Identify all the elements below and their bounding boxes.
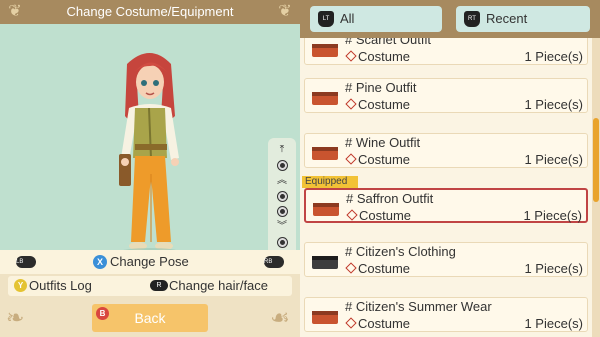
red-box-icon <box>312 311 338 324</box>
lt-trigger-icon: LT <box>318 11 334 27</box>
item-category: Costume <box>345 261 410 276</box>
rt-trigger-icon: RT <box>464 11 480 27</box>
right-stick-icon[interactable]: R <box>150 280 168 291</box>
change-hair-label[interactable]: Change hair/face <box>169 278 268 293</box>
item-name: # Scarlet Outfit <box>345 38 431 47</box>
chevron-up-icon[interactable]: ︽ <box>277 176 287 186</box>
outfits-log-label[interactable]: Outfits Log <box>29 278 92 293</box>
list-item[interactable]: # Scarlet Outfit Costume 1 Piece(s) <box>304 38 588 65</box>
x-button-icon[interactable]: X <box>93 255 107 269</box>
item-category: Costume <box>345 97 410 112</box>
zoom-top-icon[interactable]: ⤒ <box>280 145 284 155</box>
stick-icon <box>277 207 287 216</box>
tab-label: Recent <box>486 11 528 26</box>
stick-icon <box>277 161 287 170</box>
item-category: Costume <box>345 316 410 331</box>
stick-icon <box>277 238 287 247</box>
item-quantity: 1 Piece(s) <box>524 97 583 112</box>
back-button[interactable]: Back <box>92 304 208 332</box>
b-button-icon[interactable]: B <box>96 307 109 320</box>
back-label: Back <box>134 310 166 326</box>
red-box-icon <box>312 147 338 160</box>
title-bar: ❦ Change Costume/Equipment ❦ <box>0 0 300 24</box>
lb-button-icon[interactable]: LB <box>16 256 36 268</box>
equipped-badge: Equipped <box>302 176 358 188</box>
red-box-icon <box>312 92 338 105</box>
item-name: # Saffron Outfit <box>346 191 434 206</box>
list-item[interactable]: # Pine Outfit Costume 1 Piece(s) <box>304 78 588 113</box>
scrollbar-thumb[interactable] <box>593 118 599 202</box>
item-quantity: 1 Piece(s) <box>524 49 583 64</box>
ornament-icon: ❦ <box>8 3 22 20</box>
list-item[interactable]: # Citizen's Summer Wear Costume 1 Piece(… <box>304 297 588 332</box>
item-quantity: 1 Piece(s) <box>523 208 582 223</box>
list-item[interactable]: # Citizen's Clothing Costume 1 Piece(s) <box>304 242 588 277</box>
ornament-icon: ☙ <box>270 305 290 330</box>
y-button-icon[interactable]: Y <box>14 279 27 292</box>
ornament-icon: ❦ <box>278 3 292 20</box>
red-box-icon <box>313 203 339 216</box>
item-name: # Pine Outfit <box>345 80 417 95</box>
black-box-icon <box>312 256 338 269</box>
item-quantity: 1 Piece(s) <box>524 316 583 331</box>
character-model[interactable] <box>105 46 195 266</box>
item-quantity: 1 Piece(s) <box>524 152 583 167</box>
tab-all[interactable]: LT All <box>310 6 442 32</box>
item-name: # Citizen's Clothing <box>345 244 456 259</box>
item-name: # Wine Outfit <box>345 135 421 150</box>
red-box-icon <box>312 44 338 57</box>
list-item[interactable]: # Wine Outfit Costume 1 Piece(s) <box>304 133 588 168</box>
item-quantity: 1 Piece(s) <box>524 261 583 276</box>
item-category: Costume <box>345 49 410 64</box>
list-item-equipped[interactable]: # Saffron Outfit Costume 1 Piece(s) <box>304 188 588 223</box>
item-name: # Citizen's Summer Wear <box>345 299 492 314</box>
tab-header: LT All RT Recent <box>300 0 600 38</box>
rb-button-icon[interactable]: RB <box>264 256 284 268</box>
item-category: Costume <box>345 152 410 167</box>
item-category: Costume <box>346 208 411 223</box>
character-preview[interactable]: ⤒ ︽ ︾ ⤓ <box>0 24 300 270</box>
change-pose-label[interactable]: Change Pose <box>110 255 189 269</box>
page-title: Change Costume/Equipment <box>66 4 234 19</box>
chevron-down-icon[interactable]: ︾ <box>277 222 287 232</box>
ornament-icon: ❧ <box>6 305 25 330</box>
tab-label: All <box>340 11 355 26</box>
tab-recent[interactable]: RT Recent <box>456 6 590 32</box>
stick-icon <box>277 192 287 201</box>
